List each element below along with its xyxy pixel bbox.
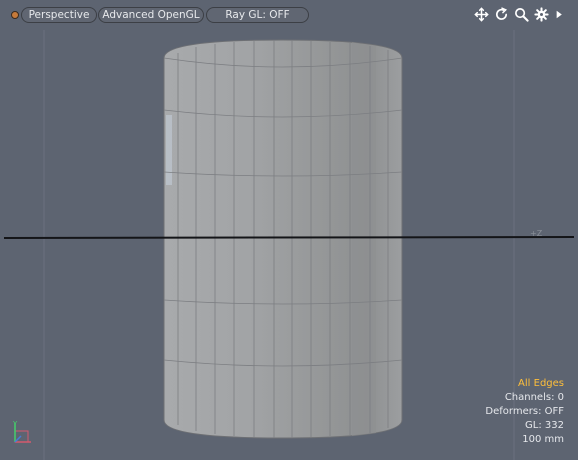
render-mode-dropdown[interactable]: Advanced OpenGL	[98, 7, 204, 23]
expand-arrow-icon[interactable]	[554, 7, 564, 22]
horizon-axis-label: +Z	[530, 229, 543, 238]
deformers-status: Deformers: OFF	[485, 406, 564, 417]
view-controls	[474, 6, 564, 22]
grid-unit-label: 100 mm	[522, 434, 564, 445]
svg-text:Y: Y	[12, 420, 18, 428]
axis-gizmo: Y	[12, 420, 31, 443]
raygl-toggle[interactable]: Ray GL: OFF	[206, 7, 309, 23]
settings-gear-icon[interactable]	[534, 6, 549, 22]
view-type-dropdown[interactable]: Perspective	[21, 7, 97, 23]
gl-poly-count: GL: 332	[525, 420, 564, 431]
horizon-line	[3, 236, 575, 239]
selection-mode-label: All Edges	[518, 378, 564, 389]
rotate-view-icon[interactable]	[494, 6, 509, 22]
cylinder-mesh[interactable]	[163, 39, 403, 439]
channels-count: Channels: 0	[504, 392, 564, 403]
viewport-menu-icon[interactable]	[11, 11, 19, 19]
zoom-view-icon[interactable]	[514, 7, 529, 22]
3d-viewport[interactable]: +Z Y Perspective Advanced OpenGL Ray GL:…	[0, 0, 578, 460]
move-view-icon[interactable]	[474, 6, 489, 22]
viewport-toolbar: Perspective Advanced OpenGL Ray GL: OFF	[0, 0, 578, 30]
viewport-stats: All Edges Channels: 0 Deformers: OFF GL:…	[485, 377, 564, 447]
